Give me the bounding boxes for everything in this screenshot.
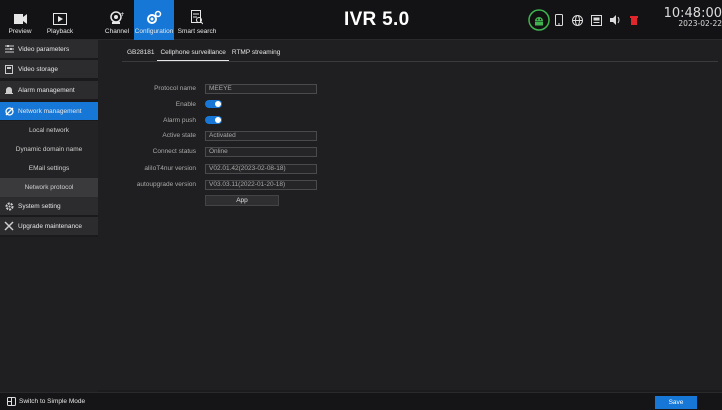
storage-icon <box>0 64 18 74</box>
main-content: GB28181 Cellphone surveillance RTMP stre… <box>98 40 722 390</box>
active-state-label: Active state <box>162 132 196 139</box>
network-globe-icon[interactable] <box>572 14 583 26</box>
tab-divider <box>122 61 718 62</box>
sidebar-item-label: Local network <box>28 127 70 134</box>
sidebar-item-label: EMail settings <box>28 165 70 172</box>
autoupgrade-version-label: autoupgrade version <box>136 181 196 188</box>
app-button[interactable]: App <box>205 195 279 206</box>
sidebar-item-label: Video parameters <box>18 45 70 53</box>
protocol-name-label: Protocol name <box>154 85 196 92</box>
autoupgrade-version-field: V03.03.11(2022-01-20-18) <box>205 180 317 190</box>
clock-time: 10:48:00 <box>663 6 722 21</box>
sidebar-item-label: Dynamic domain name <box>15 146 83 153</box>
clock: 10:48:00 2023-02-22 <box>663 6 722 29</box>
sidebar-empty-area <box>0 237 98 392</box>
sidebar-item-alarm-management[interactable]: Alarm management <box>0 81 98 100</box>
nav-configuration-label: Configuration <box>134 28 174 35</box>
nav-preview-button[interactable]: Preview <box>4 0 36 40</box>
tab-cellphone-surveillance[interactable]: Cellphone surveillance <box>157 49 229 61</box>
tab-rtmp-streaming[interactable]: RTMP streaming <box>229 49 284 61</box>
active-state-field: Activated <box>205 131 317 141</box>
playback-icon <box>53 13 67 25</box>
toggle-knob <box>215 101 221 107</box>
gear-icon <box>0 202 18 211</box>
save-button[interactable]: Save <box>655 396 697 409</box>
video-params-icon <box>0 45 18 53</box>
search-document-icon <box>191 10 203 25</box>
top-bar: Preview Playback + Channel Configuration… <box>0 0 722 40</box>
sidebar: Video parameters Video storage Alarm man… <box>0 40 98 392</box>
alilo-version-field: V02.01.42(2023-02-08-18) <box>205 164 317 174</box>
sidebar-item-upgrade-maintenance[interactable]: Upgrade maintenance <box>0 217 98 236</box>
alilo-version-label: aliIoT4nur version <box>144 165 196 172</box>
nav-channel-label: Channel <box>104 28 130 35</box>
sidebar-item-local-network[interactable]: Local network <box>0 121 98 140</box>
svg-text:+: + <box>120 11 124 18</box>
nav-channel-button[interactable]: + Channel <box>104 0 130 40</box>
protocol-name-field[interactable]: MEEYE <box>205 84 317 94</box>
alarm-push-label: Alarm push <box>163 117 196 124</box>
sidebar-item-label: Network management <box>18 107 82 115</box>
sidebar-item-network-protocol[interactable]: Network protocol <box>0 178 98 197</box>
nav-configuration-button[interactable]: Configuration <box>134 0 174 40</box>
app-title: IVR 5.0 <box>344 9 410 30</box>
toggle-knob <box>215 117 221 123</box>
sidebar-item-label: System setting <box>18 202 61 210</box>
tools-icon <box>0 221 18 231</box>
phone-icon[interactable] <box>555 14 563 26</box>
switch-simple-mode-button[interactable]: Switch to Simple Mode <box>7 397 85 406</box>
channel-camera-icon: + <box>110 11 124 24</box>
sidebar-item-dynamic-domain-name[interactable]: Dynamic domain name <box>0 140 98 159</box>
sidebar-item-label: Upgrade maintenance <box>18 222 82 230</box>
gear-settings-icon <box>147 10 162 24</box>
enable-label: Enable <box>175 101 196 108</box>
status-icons <box>528 9 638 31</box>
nav-playback-button[interactable]: Playback <box>42 0 78 40</box>
android-icon[interactable] <box>528 9 550 31</box>
bell-icon <box>0 86 18 95</box>
switch-simple-mode-label: Switch to Simple Mode <box>19 398 86 405</box>
nav-smart-search-label: Smart search <box>177 28 217 35</box>
nav-smart-search-button[interactable]: Smart search <box>176 0 218 40</box>
enable-toggle[interactable] <box>205 100 222 108</box>
sidebar-item-network-management[interactable]: Network management <box>0 102 98 121</box>
sidebar-item-label: Video storage <box>18 65 58 73</box>
alarm-push-toggle[interactable] <box>205 116 222 124</box>
bottom-bar: Switch to Simple Mode Save <box>0 392 722 410</box>
sidebar-item-video-parameters[interactable]: Video parameters <box>0 40 98 59</box>
nav-preview-label: Preview <box>8 28 32 35</box>
sidebar-item-label: Network protocol <box>24 184 74 191</box>
sidebar-item-video-storage[interactable]: Video storage <box>0 60 98 79</box>
sidebar-item-system-setting[interactable]: System setting <box>0 197 98 216</box>
tab-gb28181[interactable]: GB28181 <box>124 49 157 61</box>
sidebar-item-label: Alarm management <box>18 86 75 94</box>
volume-icon[interactable] <box>610 15 622 25</box>
record-alert-icon[interactable] <box>630 14 638 26</box>
connect-status-field: Online <box>205 147 317 157</box>
camera-icon <box>13 14 27 24</box>
connect-status-label: Connect status <box>152 148 196 155</box>
protocol-tabs: GB28181 Cellphone surveillance RTMP stre… <box>124 49 283 61</box>
switch-mode-icon <box>7 397 16 406</box>
nav-playback-label: Playback <box>46 28 74 35</box>
storage-icon[interactable] <box>591 14 602 26</box>
sidebar-item-email-settings[interactable]: EMail settings <box>0 159 98 178</box>
network-icon <box>0 106 18 116</box>
